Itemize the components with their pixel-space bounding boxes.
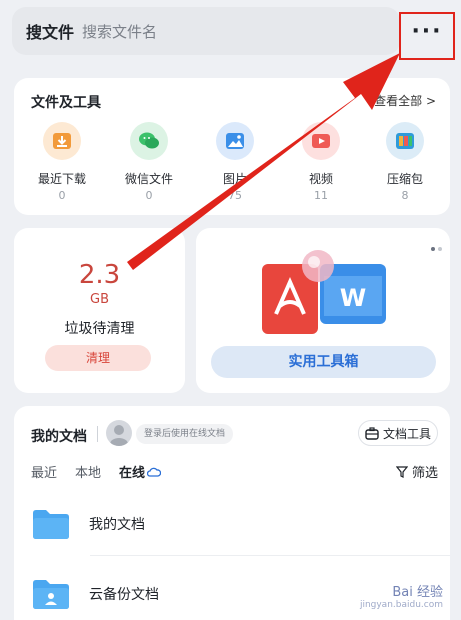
search-input[interactable]: 搜索文件名 [82,21,157,42]
tool-images[interactable]: 图片 75 [200,122,270,202]
toolbox-card[interactable]: W 实用工具箱 [196,228,450,393]
list-item[interactable]: 云备份文档 [31,578,159,610]
tool-count: 8 [401,189,409,202]
filter-icon [395,465,408,478]
svg-text:W: W [340,284,366,312]
section-title: 文件及工具 [31,95,101,111]
list-item[interactable]: 我的文档 [31,508,145,540]
watermark: Bai 经验 jingyan.baidu.com [360,581,443,610]
tab-online-label: 在线 [119,466,146,481]
doc-tools-button[interactable]: 文档工具 [358,420,438,446]
files-tools-card: 文件及工具 查看全部 > 最近下载 0 微信文件 0 图片 75 视频 11 压… [14,78,450,215]
divider [90,555,450,556]
download-icon [43,122,81,160]
toolbox-button[interactable]: 实用工具箱 [211,346,436,378]
tool-count: 11 [314,189,328,202]
tool-archives[interactable]: 压缩包 8 [370,122,440,202]
junk-label: 垃圾待清理 [64,321,135,337]
tool-label: 压缩包 [386,172,423,186]
more-button[interactable]: ··· [399,12,455,60]
more-icon: ··· [411,19,443,44]
search-bar[interactable]: 搜文件 搜索文件名 [12,7,400,55]
toolbox-icon [365,426,379,440]
video-icon [302,122,340,160]
avatar[interactable] [106,420,132,446]
folder-name: 云备份文档 [89,587,159,603]
folder-icon [33,580,69,609]
filter-label: 筛选 [411,466,438,481]
docs-title: 我的文档 [31,429,87,445]
junk-size: 2.3 [78,260,121,290]
tab-online[interactable]: 在线 [119,462,162,481]
pdf-word-icon: W [262,250,386,334]
tool-label: 微信文件 [124,172,173,186]
tool-count: 0 [58,189,66,202]
doc-tools-label: 文档工具 [382,426,431,441]
zip-icon [386,122,424,160]
folder-icon [33,510,69,539]
image-icon [216,122,254,160]
tool-label: 最近下载 [37,172,86,186]
tool-wechat-files[interactable]: 微信文件 0 [114,122,184,202]
carousel-indicator [428,236,442,255]
login-hint[interactable]: 登录后使用在线文档 [136,424,234,444]
folder-name: 我的文档 [89,517,145,533]
tool-videos[interactable]: 视频 11 [286,122,356,202]
docs-tabs: 最近 本地 在线 [31,462,162,481]
watermark-main: Bai 经验 [392,585,443,600]
watermark-sub: jingyan.baidu.com [359,600,443,610]
tab-local[interactable]: 本地 [75,462,101,481]
wechat-icon [130,122,168,160]
filter-button[interactable]: 筛选 [395,462,438,481]
tool-label: 图片 [222,172,247,186]
cloud-icon [147,467,162,477]
tool-count: 0 [145,189,153,202]
see-all-link[interactable]: 查看全部 > [374,92,436,109]
junk-cleaner-card[interactable]: 2.3 GB 垃圾待清理 清理 [14,228,185,393]
divider [97,426,98,442]
tool-label: 视频 [308,172,333,186]
tab-recent[interactable]: 最近 [31,462,57,481]
clean-button[interactable]: 清理 [45,345,151,371]
tool-count: 75 [228,189,242,202]
junk-unit: GB [90,292,109,307]
tool-recent-downloads[interactable]: 最近下载 0 [27,122,97,202]
search-title: 搜文件 [26,23,75,42]
